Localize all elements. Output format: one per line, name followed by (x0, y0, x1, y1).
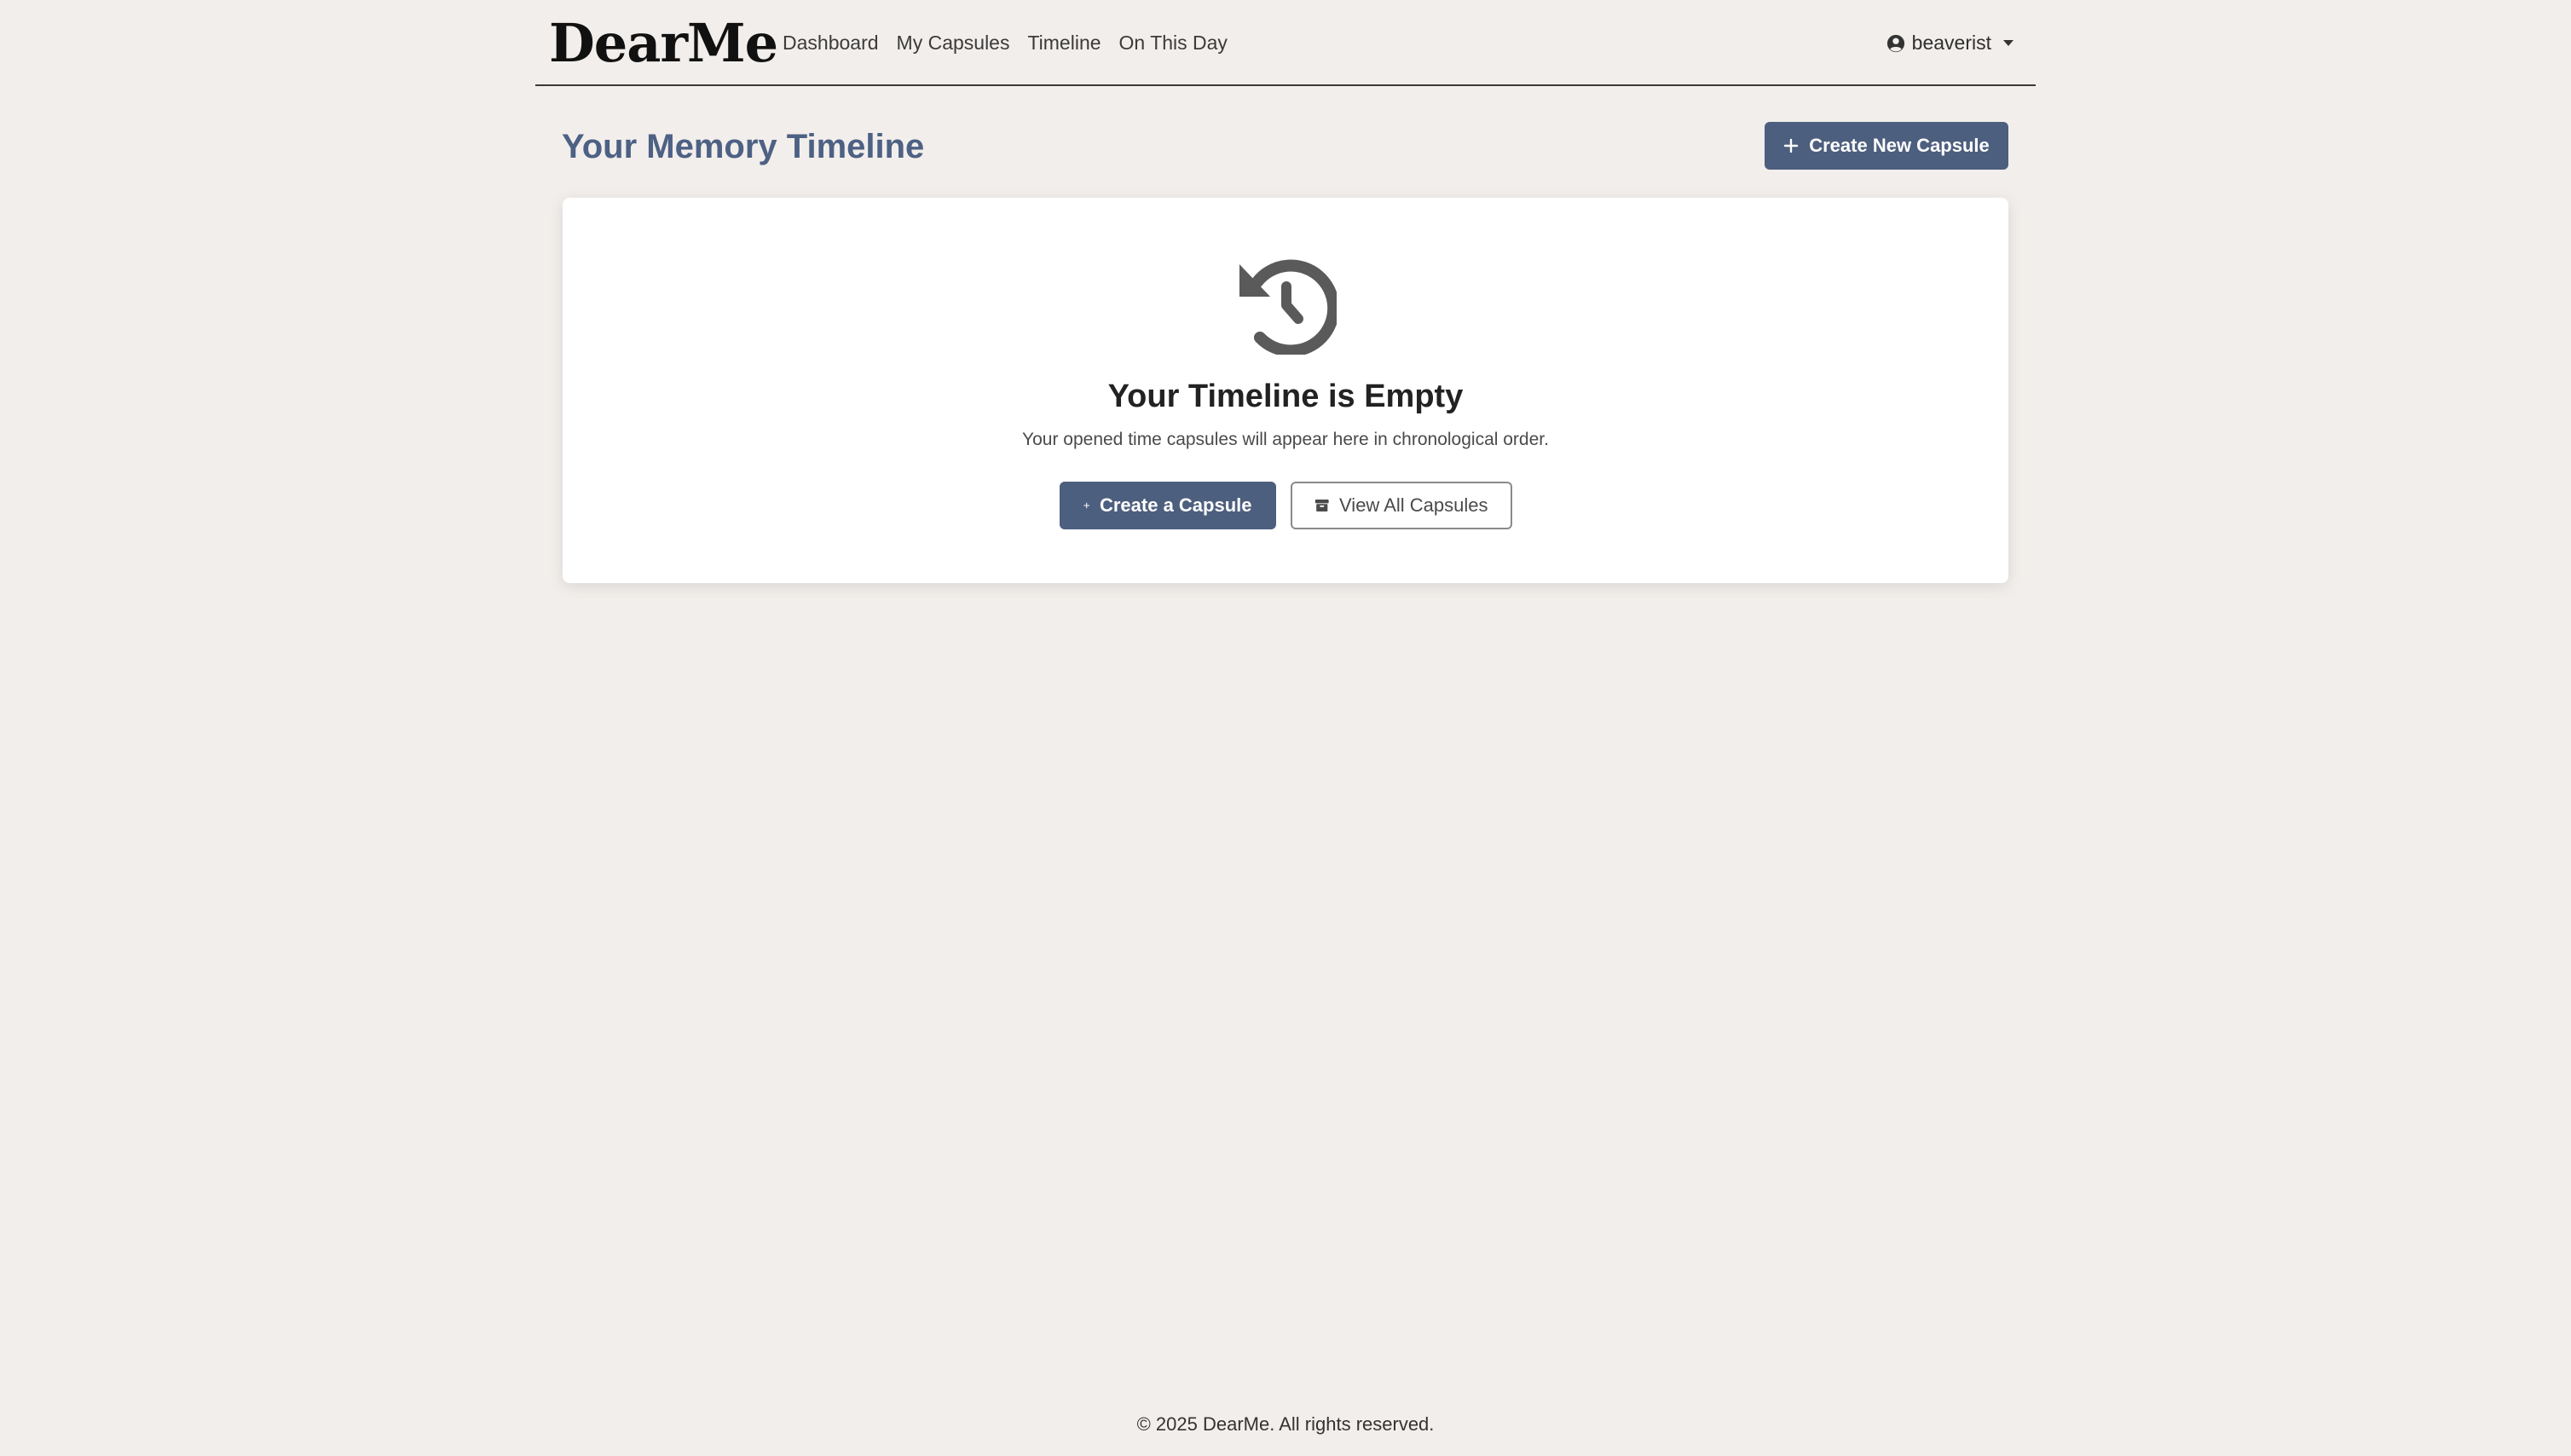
nav-links: Dashboard My Capsules Timeline On This D… (783, 0, 1228, 86)
username-label: beaverist (1911, 32, 1991, 54)
nav-link-timeline[interactable]: Timeline (1027, 32, 1101, 55)
empty-state-actions: Create a Capsule View All Capsules (563, 482, 2008, 529)
page-title: Your Memory Timeline (562, 128, 925, 165)
archive-box-icon (1314, 499, 1329, 512)
create-capsule-label: Create a Capsule (1099, 494, 1252, 516)
view-all-capsules-button[interactable]: View All Capsules (1290, 482, 1512, 529)
empty-timeline-card: Your Timeline is Empty Your opened time … (563, 198, 2008, 583)
user-menu-toggle[interactable]: beaverist (1886, 0, 2013, 86)
history-icon (1239, 259, 1337, 355)
create-capsule-button[interactable]: Create a Capsule (1059, 482, 1276, 529)
create-new-capsule-button[interactable]: Create New Capsule (1765, 122, 2008, 170)
footer-copyright: © 2025 DearMe. All rights reserved. (1136, 1413, 1435, 1435)
plus-icon (1784, 138, 1799, 153)
empty-state-description: Your opened time capsules will appear he… (1022, 430, 1549, 449)
nav-link-dashboard[interactable]: Dashboard (783, 32, 879, 55)
view-all-capsules-label: View All Capsules (1339, 494, 1488, 516)
nav-link-on-this-day[interactable]: On This Day (1119, 32, 1228, 55)
plus-icon (1083, 502, 1089, 509)
nav-link-my-capsules[interactable]: My Capsules (897, 32, 1010, 55)
page: DearMe Dashboard My Capsules Timeline On… (0, 0, 2571, 1456)
user-circle-icon (1886, 34, 1905, 53)
empty-state-title: Your Timeline is Empty (1107, 378, 1464, 414)
create-new-capsule-label: Create New Capsule (1809, 135, 1990, 156)
top-navbar: DearMe Dashboard My Capsules Timeline On… (535, 0, 2036, 86)
caret-down-icon (2003, 40, 2013, 46)
brand-logo[interactable]: DearMe (549, 9, 778, 78)
